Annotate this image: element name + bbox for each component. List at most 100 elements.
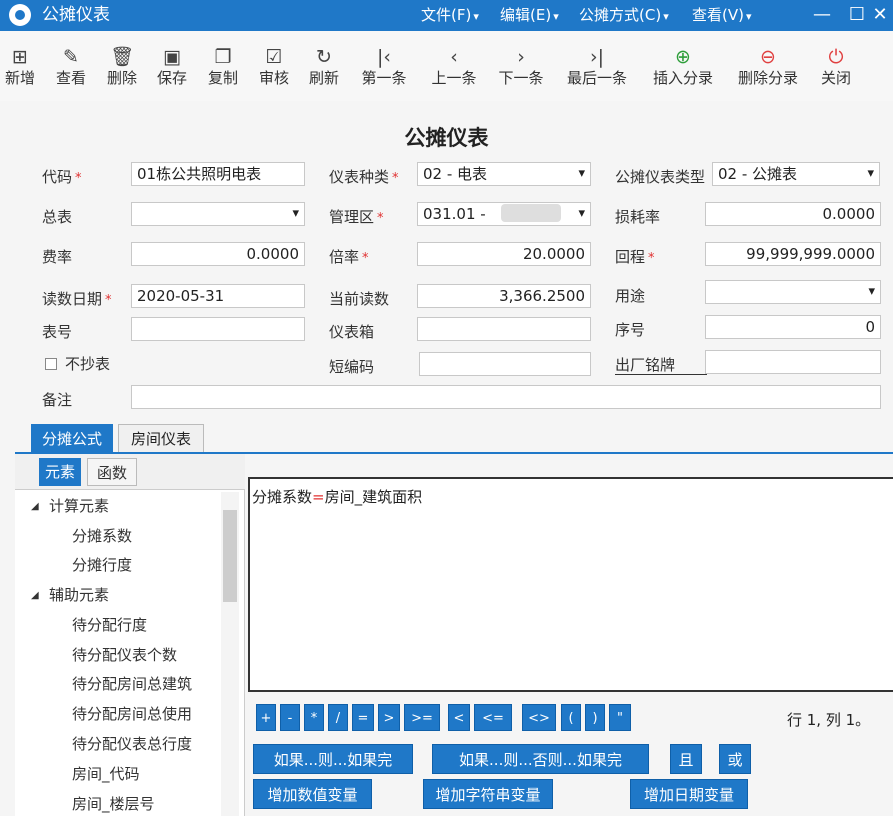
meter-kind-label: 仪表种类 * bbox=[329, 168, 399, 186]
meter-no-field[interactable] bbox=[131, 317, 305, 341]
master-meter-select[interactable] bbox=[131, 202, 305, 226]
tree-item[interactable]: 待分配行度 bbox=[72, 616, 147, 634]
toolbar-button-6[interactable]: ☑ 审核 bbox=[256, 45, 292, 87]
formula-operator: = bbox=[312, 488, 325, 506]
tab-elements[interactable]: 元素 bbox=[39, 458, 81, 486]
operator-button[interactable]: * bbox=[304, 704, 324, 731]
expand-caret-icon[interactable]: ◢ bbox=[31, 590, 39, 601]
and-button[interactable]: 且 bbox=[670, 744, 702, 774]
operator-button[interactable]: >= bbox=[404, 704, 440, 731]
tree-item[interactable]: 待分配房间总使用 bbox=[72, 705, 192, 723]
operator-button[interactable]: / bbox=[328, 704, 348, 731]
meter-kind-select[interactable]: 02 - 电表 bbox=[417, 162, 591, 186]
toolbar: ⊞ 新增 ✎ 查看 🗑 删除 ▣ 保存 ❐ 复制 ☑ 审核 ↻ 刷新 |‹ 第一条 ‹ 上一条 › 下一条 ›| 最后一条… bbox=[0, 31, 893, 101]
seq-no-field[interactable]: 0 bbox=[705, 315, 881, 339]
operator-button[interactable]: - bbox=[280, 704, 300, 731]
multiplier-field[interactable]: 20.0000 bbox=[417, 242, 591, 266]
read-date-field[interactable]: 2020-05-31 bbox=[131, 284, 305, 308]
rate-field[interactable]: 0.0000 bbox=[131, 242, 305, 266]
code-field[interactable]: 01栋公共照明电表 bbox=[131, 162, 305, 186]
tab-allocation-formula[interactable]: 分摊公式 bbox=[31, 424, 113, 452]
tree-item[interactable]: 房间_代码 bbox=[72, 765, 140, 783]
operator-button[interactable]: < bbox=[448, 704, 470, 731]
operator-button[interactable]: ) bbox=[585, 704, 605, 731]
first-icon: |‹ bbox=[377, 46, 391, 68]
add-numeric-variable-button[interactable]: 增加数值变量 bbox=[253, 779, 372, 809]
tree-item[interactable]: 待分配仪表总行度 bbox=[72, 735, 192, 753]
toolbar-button-9[interactable]: ‹ 上一条 bbox=[427, 45, 481, 87]
operator-button[interactable]: " bbox=[609, 704, 631, 731]
no-reading-checkbox[interactable] bbox=[45, 358, 57, 370]
loss-rate-field[interactable]: 0.0000 bbox=[705, 202, 881, 226]
formula-rhs: 房间_建筑面积 bbox=[324, 488, 423, 506]
toolbar-button-5[interactable]: ❐ 复制 bbox=[205, 45, 241, 87]
toolbar-button-12[interactable]: ⊕ 插入分录 bbox=[648, 45, 718, 87]
tree-item[interactable]: 待分配房间总建筑 bbox=[72, 675, 192, 693]
meter-type-label: 公摊仪表类型 bbox=[615, 168, 706, 186]
operator-button[interactable]: + bbox=[256, 704, 276, 731]
tree-group[interactable]: 计算元素 bbox=[49, 497, 109, 515]
toolbar-button-1[interactable]: ⊞ 新增 bbox=[1, 45, 39, 87]
toolbar-button-3[interactable]: 🗑 删除 bbox=[104, 45, 140, 87]
toolbar-label: 查看 bbox=[55, 69, 86, 87]
tree-item[interactable]: 分摊行度 bbox=[72, 556, 132, 574]
toolbar-button-14[interactable]: ⏻ 关闭 bbox=[818, 45, 854, 87]
tree-item[interactable]: 分摊系数 bbox=[72, 527, 132, 545]
if-then-else-button[interactable]: 如果...则...否则...如果完 bbox=[432, 744, 649, 774]
toolbar-label: 复制 bbox=[207, 69, 238, 87]
redacted-area bbox=[501, 204, 561, 222]
formula-editor[interactable]: 分摊系数=房间_建筑面积 bbox=[248, 477, 893, 692]
required-mark: * bbox=[105, 293, 112, 308]
meter-box-field[interactable] bbox=[417, 317, 591, 341]
toolbar-button-13[interactable]: ⊖ 删除分录 bbox=[733, 45, 803, 87]
short-code-field[interactable] bbox=[419, 352, 591, 376]
operator-button[interactable]: = bbox=[352, 704, 374, 731]
menu-allocation-method[interactable]: 公摊方式(C) bbox=[579, 6, 669, 26]
tree-item[interactable]: 房间_楼层号 bbox=[72, 795, 155, 813]
app-window: 公摊仪表 文件(F) 编辑(E) 公摊方式(C) 查看(V) — ☐ ✕ ⊞新增… bbox=[0, 0, 893, 816]
close-window-button[interactable]: ✕ bbox=[868, 3, 892, 27]
range-field[interactable]: 99,999,999.0000 bbox=[705, 242, 881, 266]
tree-scrollbar-thumb[interactable] bbox=[223, 510, 237, 602]
if-then-button[interactable]: 如果...则...如果完 bbox=[253, 744, 413, 774]
add-string-variable-button[interactable]: 增加字符串变量 bbox=[423, 779, 553, 809]
required-mark: * bbox=[377, 211, 384, 226]
add-date-variable-button[interactable]: 增加日期变量 bbox=[630, 779, 748, 809]
toolbar-button-8[interactable]: |‹ 第一条 bbox=[357, 45, 411, 87]
toolbar-button-7[interactable]: ↻ 刷新 bbox=[306, 45, 342, 87]
minimize-button[interactable]: — bbox=[810, 3, 834, 27]
nameplate-field[interactable] bbox=[705, 350, 881, 374]
operator-button[interactable]: <> bbox=[522, 704, 556, 731]
tree-item[interactable]: 待分配仪表个数 bbox=[72, 646, 177, 664]
meter-type-select[interactable]: 02 - 公摊表 bbox=[712, 162, 880, 186]
tree-group[interactable]: 辅助元素 bbox=[49, 586, 109, 604]
operator-button[interactable]: > bbox=[378, 704, 400, 731]
formula-text: 分摊系数=房间_建筑面积 bbox=[252, 488, 422, 506]
required-mark: * bbox=[648, 251, 655, 266]
form-title: 公摊仪表 bbox=[404, 126, 489, 150]
tab-room-meter[interactable]: 房间仪表 bbox=[118, 424, 204, 452]
remarks-field[interactable] bbox=[131, 385, 881, 409]
tab-functions[interactable]: 函数 bbox=[87, 458, 137, 486]
usage-label: 用途 bbox=[615, 287, 646, 305]
toolbar-label: 下一条 bbox=[498, 69, 544, 87]
menu-file[interactable]: 文件(F) bbox=[421, 6, 479, 26]
menu-view[interactable]: 查看(V) bbox=[692, 6, 752, 26]
menu-edit[interactable]: 编辑(E) bbox=[500, 6, 559, 26]
operator-button[interactable]: <= bbox=[474, 704, 512, 731]
operator-button[interactable]: ( bbox=[561, 704, 581, 731]
short-code-label: 短编码 bbox=[329, 358, 375, 376]
toolbar-label: 保存 bbox=[156, 69, 187, 87]
toolbar-button-2[interactable]: ✎ 查看 bbox=[53, 45, 89, 87]
or-button[interactable]: 或 bbox=[719, 744, 751, 774]
rate-label: 费率 bbox=[42, 248, 73, 266]
toolbar-button-10[interactable]: › 下一条 bbox=[494, 45, 548, 87]
maximize-button[interactable]: ☐ bbox=[845, 3, 869, 27]
expand-caret-icon[interactable]: ◢ bbox=[31, 501, 39, 512]
approve-icon: ☑ bbox=[265, 46, 283, 68]
save-icon: ▣ bbox=[163, 46, 181, 68]
toolbar-button-11[interactable]: ›| 最后一条 bbox=[563, 45, 631, 87]
usage-select[interactable] bbox=[705, 280, 881, 304]
current-reading-field[interactable]: 3,366.2500 bbox=[417, 284, 591, 308]
toolbar-button-4[interactable]: ▣ 保存 bbox=[154, 45, 190, 87]
